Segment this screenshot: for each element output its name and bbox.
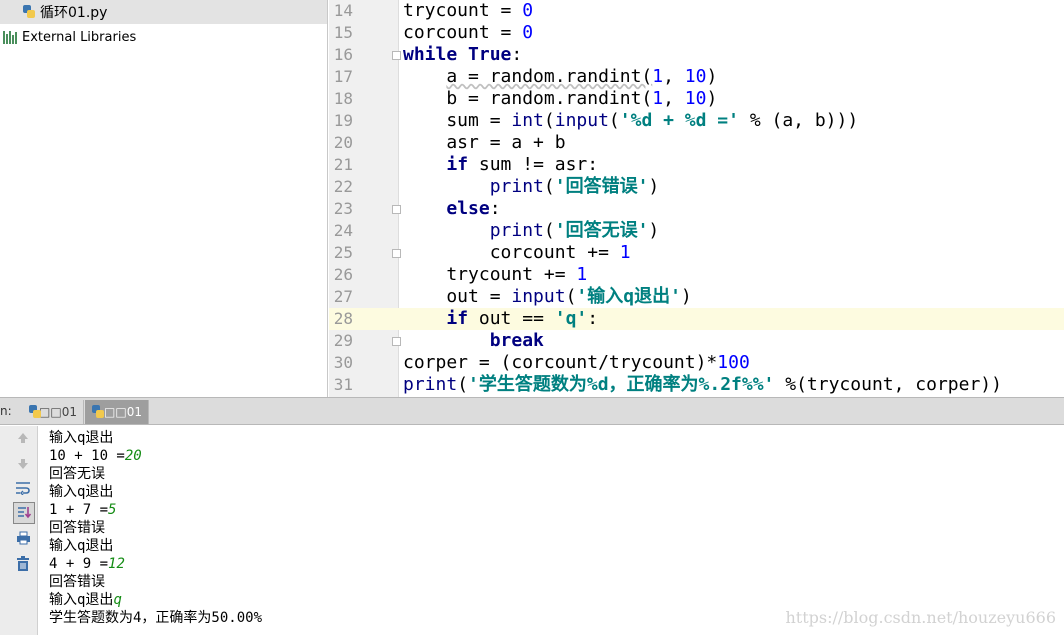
line-number: 28 xyxy=(333,309,353,328)
code-text: asr = a + b xyxy=(403,132,566,153)
trash-icon[interactable] xyxy=(13,553,33,573)
code-text: corcount += 1 xyxy=(403,242,631,263)
code-text: print('学生答题数为%d，正确率为%.2f%%' %(trycount, … xyxy=(403,374,1002,395)
library-icon xyxy=(3,30,17,44)
code-line[interactable]: 22 print('回答错误') xyxy=(329,176,1064,198)
code-line[interactable]: 24 print('回答无误') xyxy=(329,220,1064,242)
console-line: 回答无误 xyxy=(49,466,105,482)
tree-item-file-label: 循环01.py xyxy=(40,5,108,21)
print-icon[interactable] xyxy=(13,528,33,548)
code-text: out = input('输入q退出') xyxy=(403,286,692,307)
console-line: 学生答题数为4，正确率为50.00% xyxy=(49,610,263,626)
code-text: trycount = 0 xyxy=(403,0,534,21)
line-number: 26 xyxy=(333,265,353,284)
line-number: 14 xyxy=(333,1,353,20)
console-line: 输入q退出q xyxy=(49,592,122,608)
code-line[interactable]: 25 corcount += 1 xyxy=(329,242,1064,264)
code-line[interactable]: 27 out = input('输入q退出') xyxy=(329,286,1064,308)
code-line[interactable]: 20 asr = a + b xyxy=(329,132,1064,154)
code-text: corcount = 0 xyxy=(403,22,534,43)
code-line[interactable]: 23 else: xyxy=(329,198,1064,220)
fold-marker-icon[interactable] xyxy=(392,337,401,346)
code-line[interactable]: 18 b = random.randint(1, 10) xyxy=(329,88,1064,110)
line-number: 23 xyxy=(333,199,353,218)
scroll-to-end-icon[interactable] xyxy=(13,502,35,524)
line-number: 31 xyxy=(333,375,353,394)
tree-item-external-libraries[interactable]: External Libraries xyxy=(0,25,136,49)
code-line[interactable]: 16 while True: xyxy=(329,44,1064,66)
line-number: 16 xyxy=(333,45,353,64)
code-text: sum = int(input('%d + %d =' % (a, b))) xyxy=(403,110,859,131)
code-line[interactable]: 17 a = random.randint(1, 10) xyxy=(329,66,1064,88)
code-text: a = random.randint(1, 10) xyxy=(446,66,718,87)
code-line[interactable]: 30 corper = (corcount/trycount)*100 xyxy=(329,352,1064,374)
line-number: 27 xyxy=(333,287,353,306)
run-tab-bar: n: □□01 □□01 xyxy=(0,397,1064,425)
tree-item-file[interactable]: 循环01.py xyxy=(0,0,327,24)
code-line[interactable]: 19 sum = int(input('%d + %d =' % (a, b))… xyxy=(329,110,1064,132)
fold-marker-icon[interactable] xyxy=(392,205,401,214)
code-line[interactable]: 21 if sum != asr: xyxy=(329,154,1064,176)
line-number: 24 xyxy=(333,221,353,240)
run-tab-2-label: □□01 xyxy=(104,405,142,419)
code-line[interactable]: 26 trycount += 1 xyxy=(329,264,1064,286)
python-file-icon xyxy=(28,405,41,419)
code-line[interactable]: 28 if out == 'q': xyxy=(329,308,1064,330)
soft-wrap-icon[interactable] xyxy=(13,478,33,498)
run-tab-2[interactable]: □□01 xyxy=(85,400,149,424)
console-line: 回答错误 xyxy=(49,574,105,590)
console-line: 回答错误 xyxy=(49,520,105,536)
code-text: if out == 'q': xyxy=(446,308,599,329)
code-text: trycount += 1 xyxy=(403,264,588,285)
tree-item-libraries-label: External Libraries xyxy=(22,29,137,45)
line-number: 20 xyxy=(333,133,353,152)
python-file-icon xyxy=(91,405,104,419)
console-line: 10 + 10 =20 xyxy=(49,448,142,464)
line-number: 19 xyxy=(333,111,353,130)
code-text: print('回答错误') xyxy=(489,176,660,197)
python-file-icon xyxy=(22,5,36,19)
up-arrow-icon[interactable] xyxy=(13,428,33,448)
line-number: 18 xyxy=(333,89,353,108)
console-output[interactable]: 输入q退出 10 + 10 =20 回答无误 输入q退出 1 + 7 =5 回答错误 输入q… xyxy=(38,426,1064,635)
code-line[interactable]: 15 corcount = 0 xyxy=(329,22,1064,44)
console-line: 输入q退出 xyxy=(49,484,114,500)
line-number: 22 xyxy=(333,177,353,196)
down-arrow-icon[interactable] xyxy=(13,454,33,474)
console-line: 4 + 9 =12 xyxy=(49,556,125,572)
code-text: while True: xyxy=(403,44,523,65)
code-text: break xyxy=(489,330,544,351)
console-line: 输入q退出 xyxy=(49,430,114,446)
code-text: corper = (corcount/trycount)*100 xyxy=(403,352,750,373)
line-number: 17 xyxy=(333,67,353,86)
run-tab-1[interactable]: □□01 xyxy=(22,400,84,424)
code-line[interactable]: 31 print('学生答题数为%d，正确率为%.2f%%' %(trycount… xyxy=(329,374,1064,396)
run-label: n: xyxy=(0,404,12,418)
line-number: 29 xyxy=(333,331,353,350)
code-line[interactable]: 29 break xyxy=(329,330,1064,352)
code-text: if sum != asr: xyxy=(446,154,599,175)
code-text: print('回答无误') xyxy=(489,220,660,241)
code-text: else: xyxy=(446,198,501,219)
watermark: https://blog.csdn.net/houzeyu666 xyxy=(785,608,1056,627)
run-tab-1-label: □□01 xyxy=(39,405,77,419)
line-number: 30 xyxy=(333,353,353,372)
code-text: b = random.randint(1, 10) xyxy=(403,88,718,109)
line-number: 25 xyxy=(333,243,353,262)
code-line[interactable]: 14 trycount = 0 xyxy=(329,0,1064,22)
project-panel: 循环01.py External Libraries xyxy=(0,0,328,397)
code-editor[interactable]: 14 trycount = 0 15 corcount = 0 16 while True… xyxy=(329,0,1064,397)
line-number: 21 xyxy=(333,155,353,174)
console-line: 输入q退出 xyxy=(49,538,114,554)
fold-marker-icon[interactable] xyxy=(392,51,401,60)
run-toolbar xyxy=(0,426,38,635)
console-line: 1 + 7 =5 xyxy=(49,502,117,518)
line-number: 15 xyxy=(333,23,353,42)
fold-marker-icon[interactable] xyxy=(392,249,401,258)
